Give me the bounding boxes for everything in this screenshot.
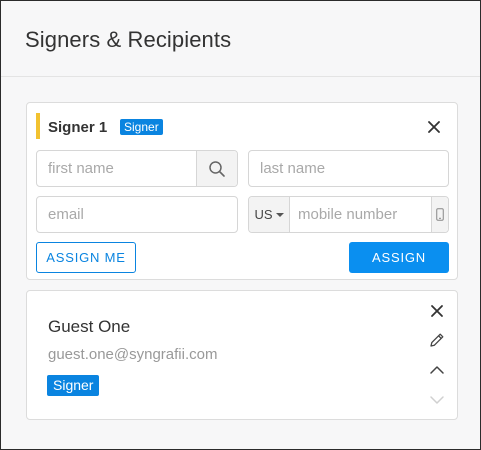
assign-me-button[interactable]: ASSIGN ME (36, 242, 136, 273)
country-code-label: US (254, 207, 273, 222)
last-name-field (248, 150, 449, 187)
close-icon (428, 121, 440, 133)
close-icon (431, 305, 443, 317)
search-icon (209, 160, 225, 177)
signer-title: Signer 1 (48, 119, 108, 136)
phone-icon (436, 208, 444, 221)
signer-form-card: Signer 1 Signer US (26, 102, 458, 280)
pencil-icon (430, 333, 444, 347)
signer-color-marker (36, 113, 40, 139)
move-up-button[interactable] (427, 360, 447, 380)
email-input[interactable] (37, 197, 237, 232)
recipient-role-badge: Signer (47, 375, 100, 396)
chevron-up-icon (430, 366, 444, 374)
chevron-down-icon (430, 396, 444, 404)
first-name-field (36, 150, 238, 187)
first-name-input[interactable] (37, 151, 197, 186)
edit-recipient-button[interactable] (427, 330, 447, 350)
country-code-select[interactable]: US (249, 197, 290, 232)
signers-recipients-panel: Signers & Recipients Signer 1 Signer fir… (0, 0, 481, 450)
recipient-email: guest.one@syngrafii.com (48, 346, 218, 363)
role-badge: Signer (120, 119, 163, 135)
remove-recipient-button[interactable] (428, 302, 446, 320)
recipient-name: Guest One (48, 317, 131, 336)
caret-down-icon (275, 212, 284, 217)
mobile-number-input[interactable] (290, 197, 430, 232)
assign-button[interactable]: ASSIGN (349, 242, 449, 273)
search-contacts-button[interactable] (196, 151, 237, 186)
panel-header: Signers & Recipients (1, 1, 480, 77)
remove-signer-button[interactable] (425, 118, 443, 136)
email-field (36, 196, 238, 233)
move-down-button[interactable] (427, 390, 447, 410)
last-name-input[interactable] (249, 151, 448, 186)
phone-button[interactable] (431, 197, 448, 232)
panel-title: Signers & Recipients (25, 27, 232, 52)
recipient-card: Guest One guest.one@syngrafii.com Signer (26, 290, 458, 420)
mobile-field: US (248, 196, 449, 233)
